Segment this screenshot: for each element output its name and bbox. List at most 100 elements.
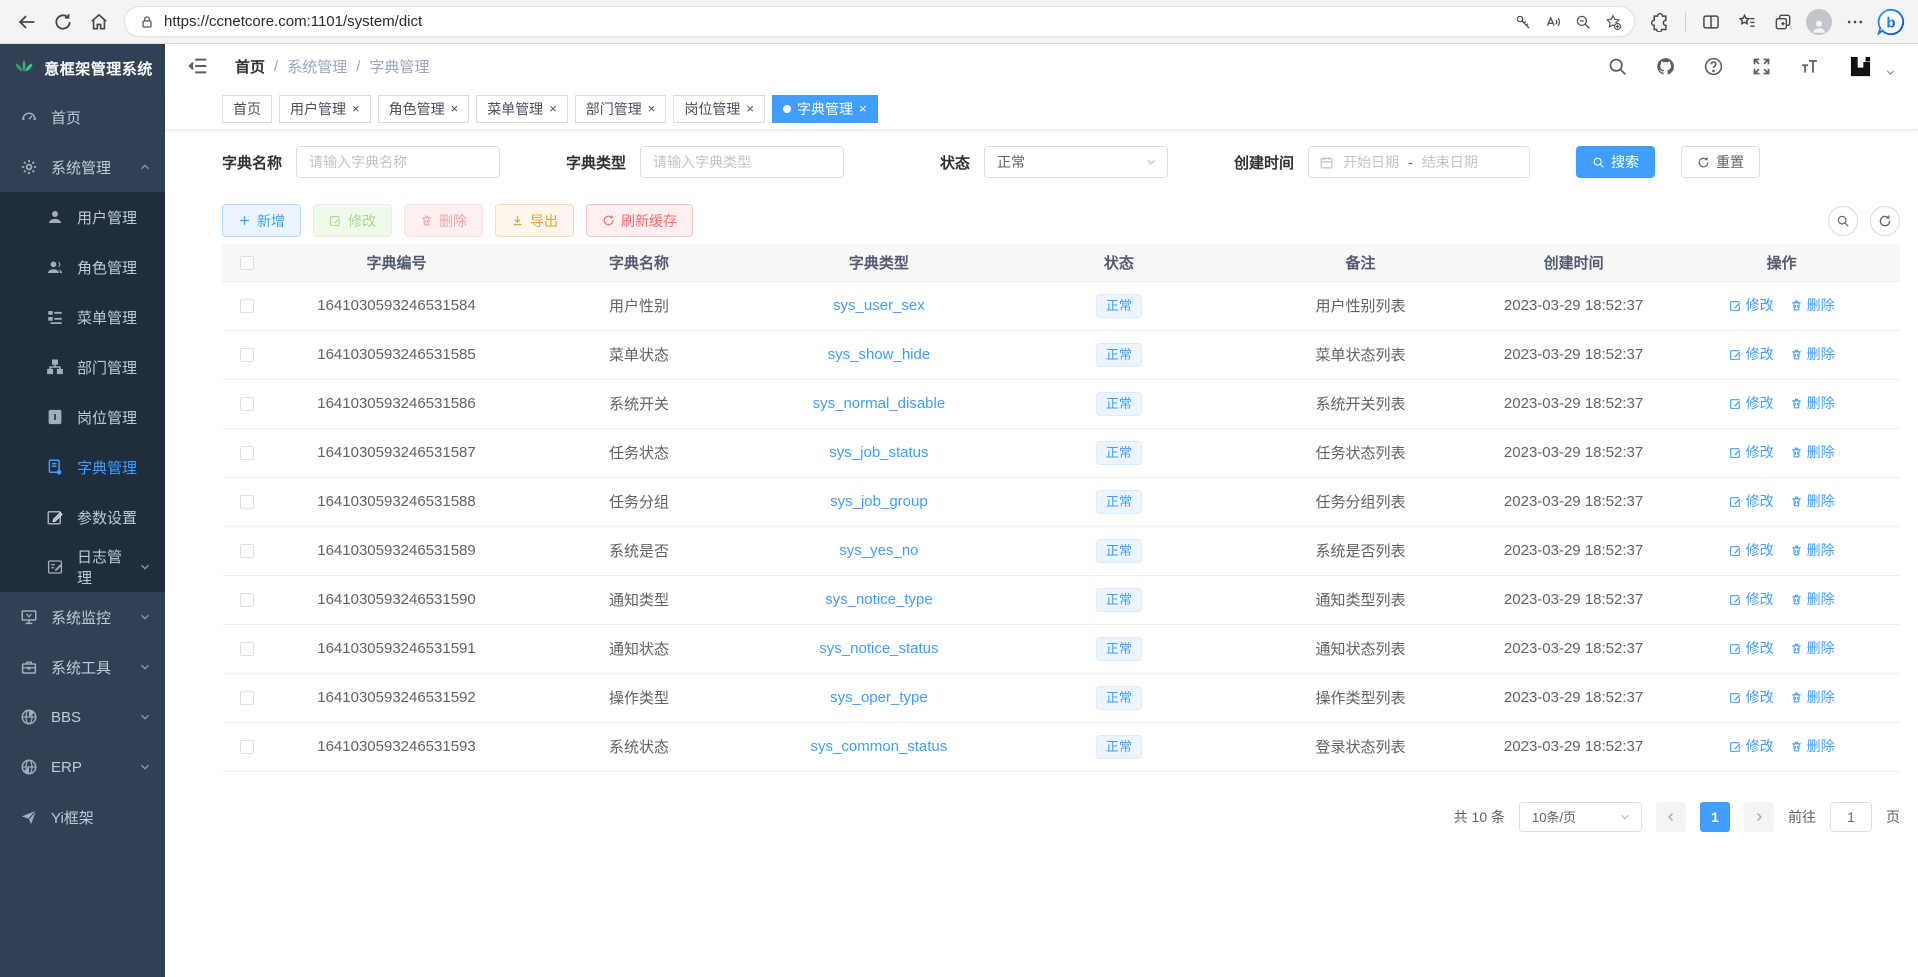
dict-type-link[interactable]: sys_job_group	[830, 493, 928, 510]
dict-type-link[interactable]: sys_notice_type	[825, 591, 933, 608]
row-edit-link[interactable]: 修改	[1729, 344, 1774, 364]
user-logo-avatar[interactable]	[1847, 53, 1874, 80]
dict-type-link[interactable]: sys_common_status	[811, 738, 948, 755]
export-button[interactable]: 导出	[495, 204, 574, 237]
row-delete-link[interactable]: 删除	[1790, 589, 1835, 609]
row-edit-link[interactable]: 修改	[1729, 589, 1774, 609]
sidebar-item-role-mgmt[interactable]: 角色管理	[0, 242, 165, 292]
row-edit-link[interactable]: 修改	[1729, 295, 1774, 315]
edit-button[interactable]: 修改	[313, 204, 392, 237]
help-icon[interactable]	[1703, 56, 1724, 77]
brand[interactable]: 意框架管理系统	[0, 44, 165, 92]
sidebar-item-param-settings[interactable]: 参数设置	[0, 492, 165, 542]
dict-type-link[interactable]: sys_user_sex	[833, 297, 925, 314]
sidebar-item-system-tools[interactable]: 系统工具	[0, 642, 165, 692]
browser-refresh-icon[interactable]	[46, 5, 80, 39]
sidebar-item-system-monitor[interactable]: 系统监控	[0, 592, 165, 642]
header-search-icon[interactable]	[1607, 56, 1628, 77]
row-checkbox[interactable]	[240, 446, 254, 460]
sidebar-item-home[interactable]: 首页	[0, 92, 165, 142]
extensions-icon[interactable]	[1643, 5, 1677, 39]
row-edit-link[interactable]: 修改	[1729, 638, 1774, 658]
close-icon[interactable]: ×	[352, 102, 360, 115]
font-size-icon[interactable]	[1799, 56, 1820, 77]
profile-avatar[interactable]	[1802, 5, 1836, 39]
row-edit-link[interactable]: 修改	[1729, 687, 1774, 707]
sidebar-fold-icon[interactable]	[187, 55, 209, 77]
lock-icon[interactable]	[139, 14, 155, 30]
next-page-button[interactable]	[1744, 802, 1774, 832]
github-icon[interactable]	[1655, 56, 1676, 77]
tab-menu-mgmt[interactable]: 菜单管理×	[476, 95, 568, 123]
reset-button[interactable]: 重置	[1681, 146, 1760, 178]
select-all-checkbox[interactable]	[240, 256, 254, 270]
dict-type-link[interactable]: sys_oper_type	[830, 689, 928, 706]
toggle-search-icon[interactable]	[1828, 206, 1858, 236]
dict-type-link[interactable]: sys_notice_status	[819, 640, 938, 657]
row-edit-link[interactable]: 修改	[1729, 442, 1774, 462]
sidebar-item-dict-mgmt[interactable]: 字典管理	[0, 442, 165, 492]
bing-copilot-icon[interactable]: b	[1874, 5, 1908, 39]
fullscreen-icon[interactable]	[1751, 56, 1772, 77]
row-delete-link[interactable]: 删除	[1790, 540, 1835, 560]
row-checkbox[interactable]	[240, 691, 254, 705]
sidebar-item-erp[interactable]: ERP	[0, 742, 165, 792]
row-checkbox[interactable]	[240, 348, 254, 362]
row-edit-link[interactable]: 修改	[1729, 540, 1774, 560]
refresh-cache-button[interactable]: 刷新缓存	[586, 204, 693, 237]
sidebar-item-user-mgmt[interactable]: 用户管理	[0, 192, 165, 242]
row-delete-link[interactable]: 删除	[1790, 687, 1835, 707]
date-end-placeholder[interactable]: 结束日期	[1422, 152, 1478, 172]
address-bar[interactable]: https://ccnetcore.com:1101/system/dict	[124, 6, 1635, 37]
close-icon[interactable]: ×	[859, 102, 867, 115]
row-delete-link[interactable]: 删除	[1790, 295, 1835, 315]
close-icon[interactable]: ×	[549, 102, 557, 115]
row-delete-link[interactable]: 删除	[1790, 638, 1835, 658]
row-delete-link[interactable]: 删除	[1790, 344, 1835, 364]
page-size-select[interactable]: 10条/页	[1519, 802, 1642, 832]
row-delete-link[interactable]: 删除	[1790, 736, 1835, 756]
close-icon[interactable]: ×	[451, 102, 459, 115]
prev-page-button[interactable]	[1656, 802, 1686, 832]
refresh-table-icon[interactable]	[1870, 206, 1900, 236]
breadcrumb-system[interactable]: 系统管理	[287, 56, 347, 77]
browser-home-icon[interactable]	[82, 5, 116, 39]
sidebar-item-menu-mgmt[interactable]: 菜单管理	[0, 292, 165, 342]
dict-type-link[interactable]: sys_show_hide	[828, 346, 931, 363]
sidebar-item-yi-framework[interactable]: Yi框架	[0, 792, 165, 842]
sidebar-item-dept-mgmt[interactable]: 部门管理	[0, 342, 165, 392]
close-icon[interactable]: ×	[746, 102, 754, 115]
dict-type-link[interactable]: sys_yes_no	[839, 542, 918, 559]
row-checkbox[interactable]	[240, 593, 254, 607]
dict-type-link[interactable]: sys_normal_disable	[813, 395, 946, 412]
row-edit-link[interactable]: 修改	[1729, 393, 1774, 413]
add-button[interactable]: 新增	[222, 204, 301, 237]
row-edit-link[interactable]: 修改	[1729, 736, 1774, 756]
tab-post-mgmt[interactable]: 岗位管理×	[673, 95, 765, 123]
row-checkbox[interactable]	[240, 495, 254, 509]
browser-menu-icon[interactable]	[1838, 5, 1872, 39]
dict-name-input[interactable]	[296, 146, 500, 178]
row-checkbox[interactable]	[240, 544, 254, 558]
delete-button[interactable]: 删除	[404, 204, 483, 237]
dict-type-input[interactable]	[640, 146, 844, 178]
row-checkbox[interactable]	[240, 299, 254, 313]
date-range-picker[interactable]: 开始日期 - 结束日期	[1308, 146, 1530, 178]
sidebar-item-log-mgmt[interactable]: 日志管理	[0, 542, 165, 592]
browser-back-icon[interactable]	[10, 5, 44, 39]
row-checkbox[interactable]	[240, 397, 254, 411]
goto-page-input[interactable]	[1830, 802, 1872, 832]
tab-home[interactable]: 首页	[222, 95, 272, 123]
favorites-add-icon[interactable]	[1598, 7, 1628, 37]
url-text[interactable]: https://ccnetcore.com:1101/system/dict	[164, 13, 1508, 30]
chevron-down-icon[interactable]	[1885, 67, 1896, 78]
row-delete-link[interactable]: 删除	[1790, 491, 1835, 511]
row-checkbox[interactable]	[240, 740, 254, 754]
zoom-out-icon[interactable]	[1568, 7, 1598, 37]
sidebar-item-bbs[interactable]: BBS	[0, 692, 165, 742]
tab-dict-mgmt[interactable]: 字典管理×	[772, 95, 878, 123]
split-screen-icon[interactable]	[1694, 5, 1728, 39]
tab-user-mgmt[interactable]: 用户管理×	[279, 95, 371, 123]
sidebar-item-system-mgmt[interactable]: 系统管理	[0, 142, 165, 192]
row-edit-link[interactable]: 修改	[1729, 491, 1774, 511]
